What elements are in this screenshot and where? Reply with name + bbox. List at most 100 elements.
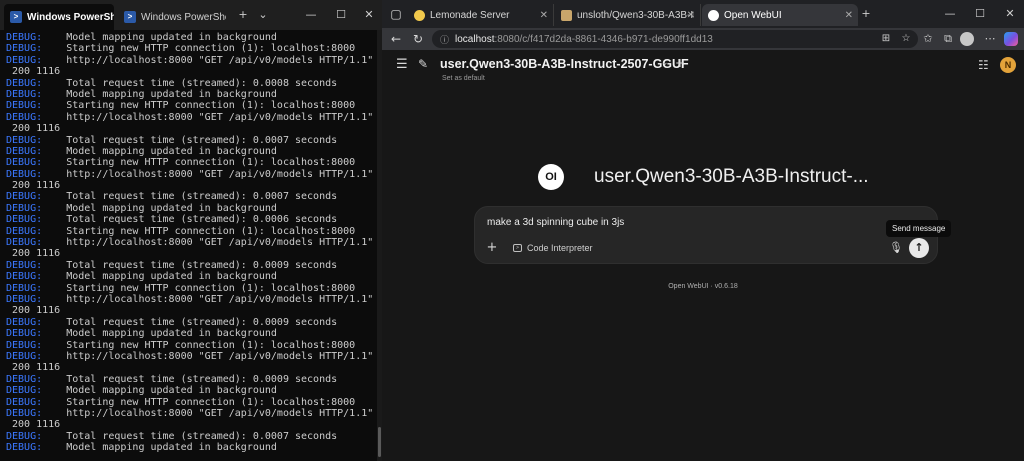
log-level-label: DEBUG: bbox=[6, 316, 43, 328]
reload-icon[interactable]: ↻ bbox=[410, 31, 426, 47]
favorites-icon[interactable]: ✩ bbox=[920, 31, 936, 47]
log-level-label: DEBUG: bbox=[6, 54, 43, 66]
attach-plus-button[interactable]: + bbox=[485, 241, 499, 255]
send-message-button[interactable]: ↑ bbox=[909, 238, 929, 258]
terminal-line: DEBUG: http://localhost:8000 "GET /api/v… bbox=[6, 237, 376, 248]
apps-icon[interactable]: ⊞ bbox=[878, 31, 894, 47]
add-model-icon[interactable]: + bbox=[675, 56, 685, 70]
maximize-icon[interactable]: ☐ bbox=[332, 7, 350, 23]
terminal-line: DEBUG: http://localhost:8000 "GET /api/v… bbox=[6, 169, 376, 180]
close-window-icon[interactable]: ✕ bbox=[1002, 6, 1018, 22]
openwebui-page: ☰ ✎ user.Qwen3-30B-A3B-Instruct-2507-GGU… bbox=[382, 50, 1024, 461]
url-path: :8080/c/f417d2da-8861-4346-b971-de990ff1… bbox=[494, 33, 713, 45]
close-tab-icon[interactable]: ✕ bbox=[687, 10, 695, 21]
profile-avatar[interactable] bbox=[960, 32, 974, 46]
terminal-line: DEBUG: Starting new HTTP connection (1):… bbox=[6, 340, 376, 351]
url-text: localhost:8080/c/f417d2da-8861-4346-b971… bbox=[455, 34, 713, 45]
lemonade-favicon-icon bbox=[414, 9, 425, 21]
prompt-input[interactable]: make a 3d spinning cube in 3js bbox=[487, 217, 624, 228]
extensions-icon[interactable]: ⧉ bbox=[940, 31, 956, 47]
new-tab-button[interactable]: + bbox=[858, 6, 874, 22]
new-tab-button[interactable]: + bbox=[234, 7, 252, 23]
log-level-label: DEBUG: bbox=[6, 214, 43, 226]
url-host: localhost bbox=[455, 33, 495, 45]
microphone-icon[interactable]: 🎙 bbox=[889, 240, 903, 256]
browser-tab-label: Lemonade Server bbox=[430, 9, 510, 21]
terminal-tab-2[interactable]: > Windows PowerShe ✕ bbox=[118, 4, 226, 30]
terminal-line: DEBUG: http://localhost:8000 "GET /api/v… bbox=[6, 294, 376, 305]
log-message: http://localhost:8000 "GET /api/v0/model… bbox=[42, 54, 374, 66]
back-arrow-icon[interactable]: ← bbox=[388, 31, 404, 47]
log-message: Total request time (streamed): 0.0009 se… bbox=[42, 259, 338, 271]
log-level-label: DEBUG: bbox=[6, 259, 43, 271]
browser-tab-huggingface[interactable]: unsloth/Qwen3-30B-A3B-Instruct ✕ bbox=[555, 4, 701, 26]
model-selector[interactable]: user.Qwen3-30B-A3B-Instruct-2507-GGUF bbox=[440, 57, 689, 71]
chat-controls-icon[interactable]: ☷ bbox=[978, 58, 992, 72]
log-message: Model mapping updated in background bbox=[42, 442, 277, 454]
set-default-link[interactable]: Set as default bbox=[442, 75, 485, 82]
hero-model-title: user.Qwen3-30B-A3B-Instruct-... bbox=[594, 166, 869, 187]
close-tab-icon[interactable]: ✕ bbox=[845, 10, 853, 21]
terminal-line: DEBUG: http://localhost:8000 "GET /api/v… bbox=[6, 408, 376, 419]
close-tab-icon[interactable]: ✕ bbox=[540, 10, 548, 21]
log-message: http://localhost:8000 "GET /api/v0/model… bbox=[42, 111, 374, 123]
log-level-label: DEBUG: bbox=[6, 134, 43, 146]
terminal-line: DEBUG: Starting new HTTP connection (1):… bbox=[6, 100, 376, 111]
log-level-label: DEBUG: bbox=[6, 373, 43, 385]
message-composer[interactable]: make a 3d spinning cube in 3js + > Code … bbox=[474, 206, 938, 264]
scrollbar-thumb[interactable] bbox=[378, 427, 381, 457]
terminal-line: DEBUG: Total request time (streamed): 0.… bbox=[6, 214, 376, 225]
terminal-line: DEBUG: Model mapping updated in backgrou… bbox=[6, 146, 376, 157]
sidebar-toggle-icon[interactable]: ☰ bbox=[396, 58, 410, 72]
terminal-line: DEBUG: http://localhost:8000 "GET /api/v… bbox=[6, 112, 376, 123]
user-avatar[interactable]: N bbox=[1000, 57, 1016, 73]
terminal-line: DEBUG: Total request time (streamed): 0.… bbox=[6, 374, 376, 385]
new-chat-icon[interactable]: ✎ bbox=[418, 57, 432, 71]
log-message: Starting new HTTP connection (1): localh… bbox=[42, 339, 356, 351]
log-level-label: DEBUG: bbox=[6, 191, 43, 203]
log-message: 200 1116 bbox=[6, 123, 61, 135]
log-message: Total request time (streamed): 0.0007 se… bbox=[42, 191, 338, 203]
browser-tab-lemonade[interactable]: Lemonade Server ✕ bbox=[408, 4, 554, 26]
log-message: 200 1116 bbox=[6, 419, 61, 431]
log-message: 200 1116 bbox=[6, 362, 61, 374]
log-message: http://localhost:8000 "GET /api/v0/model… bbox=[42, 237, 374, 249]
terminal-line: DEBUG: Starting new HTTP connection (1):… bbox=[6, 157, 376, 168]
terminal-window: > Windows PowerShe ✕ > Windows PowerShe … bbox=[0, 0, 382, 461]
terminal-output[interactable]: DEBUG: Model mapping updated in backgrou… bbox=[0, 30, 376, 461]
log-level-label: DEBUG: bbox=[6, 168, 43, 180]
minimize-icon[interactable]: — bbox=[302, 7, 320, 23]
log-level-label: DEBUG: bbox=[6, 442, 43, 454]
tab-actions-icon[interactable]: ▢ bbox=[388, 6, 404, 22]
log-message: http://localhost:8000 "GET /api/v0/model… bbox=[42, 350, 374, 362]
log-level-label: DEBUG: bbox=[6, 339, 43, 351]
terminal-line: DEBUG: Total request time (streamed): 0.… bbox=[6, 191, 376, 202]
site-info-icon[interactable]: ⓘ bbox=[440, 33, 449, 46]
tab-dropdown-icon[interactable]: ⌄ bbox=[254, 7, 272, 23]
terminal-line: DEBUG: Starting new HTTP connection (1):… bbox=[6, 397, 376, 408]
minimize-icon[interactable]: — bbox=[942, 6, 958, 22]
terminal-line: 200 1116 bbox=[6, 305, 376, 316]
log-level-label: DEBUG: bbox=[6, 100, 43, 112]
terminal-line: 200 1116 bbox=[6, 180, 376, 191]
browser-window: ▢ Lemonade Server ✕ unsloth/Qwen3-30B-A3… bbox=[382, 0, 1024, 461]
browser-tab-openwebui[interactable]: Open WebUI ✕ bbox=[702, 4, 858, 26]
log-level-label: DEBUG: bbox=[6, 32, 43, 43]
log-message: Model mapping updated in background bbox=[42, 145, 277, 157]
terminal-line: DEBUG: Starting new HTTP connection (1):… bbox=[6, 283, 376, 294]
terminal-tab-1[interactable]: > Windows PowerShe ✕ bbox=[4, 4, 114, 30]
more-menu-icon[interactable]: ⋯ bbox=[982, 31, 998, 47]
log-level-label: DEBUG: bbox=[6, 385, 43, 397]
chevron-down-icon[interactable]: ⌄ bbox=[661, 58, 669, 68]
log-level-label: DEBUG: bbox=[6, 282, 43, 294]
maximize-icon[interactable]: ☐ bbox=[972, 6, 988, 22]
favorite-star-icon[interactable]: ☆ bbox=[898, 31, 914, 47]
terminal-line: DEBUG: Starting new HTTP connection (1):… bbox=[6, 43, 376, 54]
address-bar[interactable]: ⓘ localhost:8080/c/f417d2da-8861-4346-b9… bbox=[432, 30, 918, 48]
log-message: Total request time (streamed): 0.0009 se… bbox=[42, 316, 338, 328]
code-interpreter-toggle[interactable]: > Code Interpreter bbox=[513, 241, 593, 255]
log-level-label: DEBUG: bbox=[6, 293, 43, 305]
close-window-icon[interactable]: ✕ bbox=[360, 7, 378, 23]
log-message: Model mapping updated in background bbox=[42, 328, 277, 340]
copilot-icon[interactable] bbox=[1004, 32, 1018, 46]
